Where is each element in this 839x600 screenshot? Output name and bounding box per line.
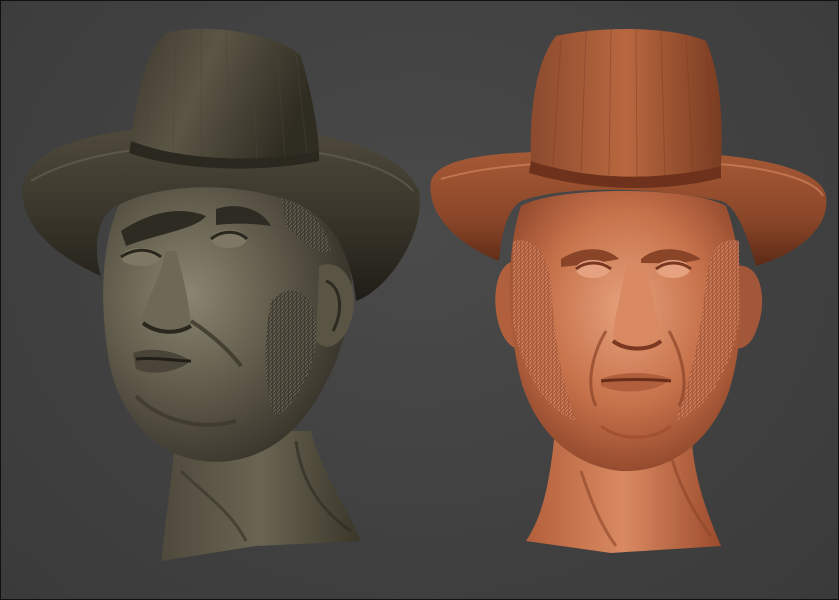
left-sculpt-head xyxy=(22,28,420,561)
right-sculpt-head xyxy=(430,27,827,553)
sculpt-render xyxy=(22,27,827,561)
sculpt-viewport[interactable] xyxy=(0,0,839,600)
